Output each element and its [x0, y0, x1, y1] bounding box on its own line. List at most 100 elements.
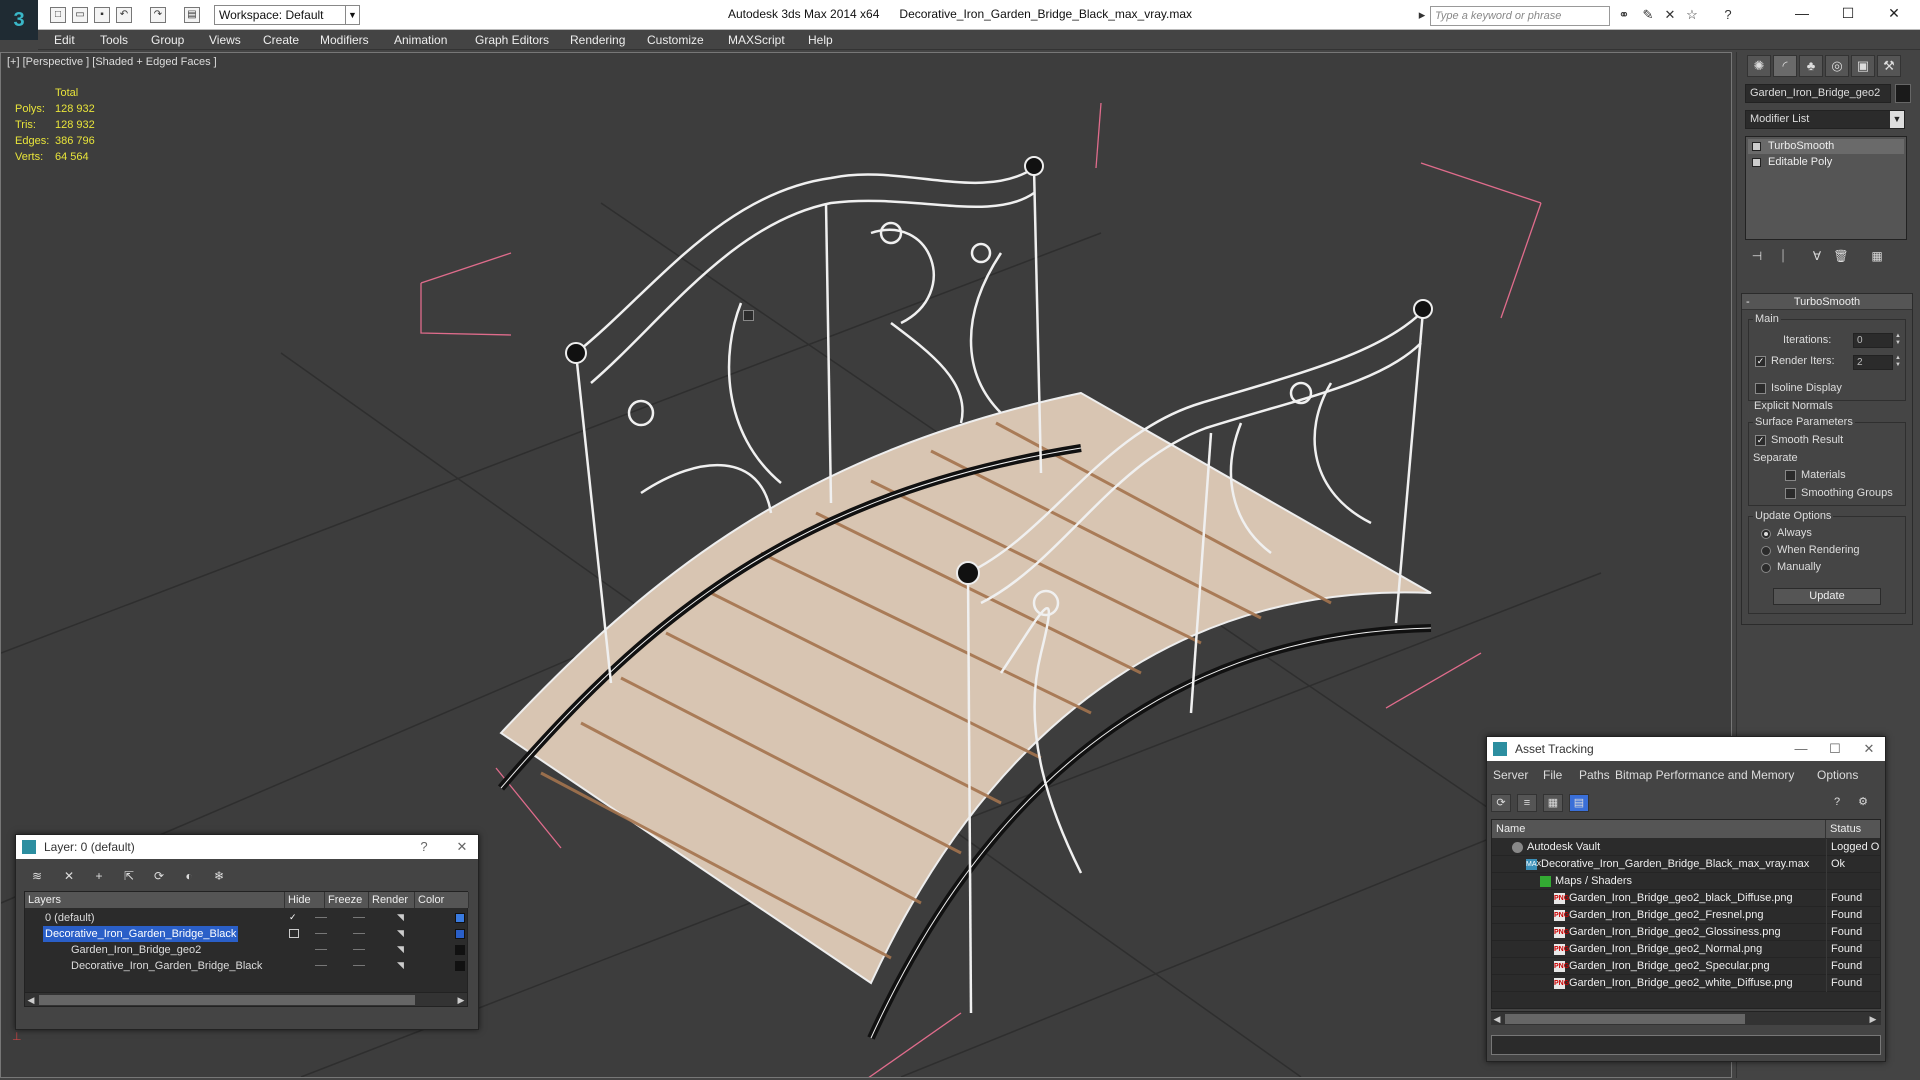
menu-help[interactable]: Help — [808, 33, 833, 47]
favorites-star-icon[interactable]: ☆ — [1684, 7, 1700, 23]
highlight-layer-icon[interactable]: ⟳ — [150, 867, 168, 885]
display-tab-icon[interactable]: ▣ — [1851, 55, 1875, 77]
smooth-result-checkbox[interactable]: ✓ — [1755, 435, 1766, 446]
col-render[interactable]: Render — [369, 892, 415, 908]
hide-all-layers-icon[interactable]: ◐ — [180, 867, 198, 885]
close-button[interactable]: ✕ — [448, 835, 476, 859]
materials-checkbox[interactable] — [1785, 470, 1796, 481]
utilities-tab-icon[interactable]: ⚒ — [1877, 55, 1901, 77]
expand-plus-icon[interactable] — [1752, 158, 1761, 167]
delete-layer-icon[interactable]: ✕ — [60, 867, 78, 885]
horizontal-scrollbar[interactable]: ◀ ▶ — [1491, 1011, 1881, 1025]
menu-paths[interactable]: Paths — [1579, 768, 1610, 782]
asset-row[interactable]: PNG Garden_Iron_Bridge_geo2_Specular.png F… — [1492, 958, 1880, 975]
hierarchy-tab-icon[interactable]: ♣ — [1799, 55, 1823, 77]
asset-row[interactable]: PNG Garden_Iron_Bridge_geo2_black_Diffuse… — [1492, 890, 1880, 907]
menu-server[interactable]: Server — [1493, 768, 1528, 782]
menu-create[interactable]: Create — [263, 33, 299, 47]
select-objects-icon[interactable]: ⇱ — [120, 867, 138, 885]
menu-file[interactable]: File — [1543, 768, 1562, 782]
subscription-icon[interactable]: ✎ — [1640, 7, 1656, 23]
layer-row[interactable]: 0 (default) ✓ ◥ — [25, 910, 467, 926]
iterations-spinner[interactable]: 0 — [1853, 333, 1893, 348]
update-button[interactable]: Update — [1773, 588, 1881, 605]
maximize-button[interactable]: ☐ — [1821, 737, 1849, 761]
menu-animation[interactable]: Animation — [394, 33, 447, 47]
remove-modifier-icon[interactable]: 🗑 — [1831, 247, 1851, 265]
maximize-button[interactable]: ☐ — [1826, 0, 1870, 28]
col-name[interactable]: Name — [1492, 820, 1826, 838]
app-logo-icon[interactable]: 3 — [0, 0, 38, 40]
viewport-label[interactable]: [+] [Perspective ] [Shaded + Edged Faces… — [7, 56, 217, 68]
layer-color-swatch[interactable] — [455, 945, 465, 955]
search-input[interactable]: Type a keyword or phrase — [1430, 6, 1610, 26]
scroll-thumb[interactable] — [1505, 1014, 1745, 1024]
col-layers[interactable]: Layers — [25, 892, 285, 908]
asset-path-field[interactable] — [1491, 1035, 1881, 1055]
modifier-list-select[interactable]: Modifier List ▼ — [1745, 110, 1905, 129]
asset-row[interactable]: PNG Garden_Iron_Bridge_geo2_Fresnel.png Fo… — [1492, 907, 1880, 924]
spinner-arrows-icon[interactable]: ▲ ▼ — [1894, 333, 1902, 348]
col-hide[interactable]: Hide — [285, 892, 325, 908]
render-icon[interactable]: ◥ — [397, 961, 407, 970]
update-when-rendering-radio[interactable] — [1761, 546, 1771, 556]
render-icon[interactable]: ◥ — [397, 929, 407, 938]
render-icon[interactable]: ◥ — [397, 945, 407, 954]
minimize-button[interactable]: — — [1787, 737, 1815, 761]
layer-color-swatch[interactable] — [455, 913, 465, 923]
menu-graph-editors[interactable]: Graph Editors — [475, 33, 549, 47]
expand-search-icon[interactable]: ▸ — [1414, 7, 1430, 23]
scroll-right-icon[interactable]: ▶ — [455, 993, 467, 1007]
menu-rendering[interactable]: Rendering — [570, 33, 625, 47]
help-icon[interactable]: ? — [1720, 7, 1736, 23]
close-button[interactable]: ✕ — [1872, 0, 1916, 28]
scroll-thumb[interactable] — [39, 995, 415, 1005]
stack-item-editable-poly[interactable]: Editable Poly — [1748, 155, 1904, 170]
add-to-layer-icon[interactable]: + — [90, 867, 108, 885]
spinner-arrows-icon[interactable]: ▲ ▼ — [1894, 355, 1902, 370]
redo-icon[interactable]: ↷ — [150, 7, 166, 23]
list-view-icon[interactable]: ≡ — [1517, 794, 1537, 812]
isoline-display-checkbox[interactable] — [1755, 383, 1766, 394]
menu-bitmap-performance[interactable]: Bitmap Performance and Memory — [1615, 768, 1794, 782]
render-icon[interactable]: ◥ — [397, 913, 407, 922]
layer-color-swatch[interactable] — [455, 961, 465, 971]
col-color[interactable]: Color — [415, 892, 469, 908]
lightbulb-icon[interactable] — [1752, 142, 1761, 151]
workspace-select[interactable]: Workspace: Default ▼ — [214, 5, 360, 25]
active-layer-check-icon[interactable]: ✓ — [289, 913, 299, 922]
col-freeze[interactable]: Freeze — [325, 892, 369, 908]
menu-customize[interactable]: Customize — [647, 33, 704, 47]
menu-tools[interactable]: Tools — [100, 33, 128, 47]
update-manually-radio[interactable] — [1761, 563, 1771, 573]
help-icon[interactable]: ? — [1827, 794, 1847, 812]
show-end-result-icon[interactable]: ⏐ — [1773, 247, 1793, 265]
asset-dialog-title[interactable]: Asset Tracking — ☐ ✕ — [1487, 737, 1885, 761]
new-file-icon[interactable]: □ — [50, 7, 66, 23]
render-iters-checkbox[interactable]: ✓ — [1755, 356, 1766, 367]
help-icon[interactable]: ? — [410, 835, 438, 859]
layer-dialog-title[interactable]: Layer: 0 (default) ? ✕ — [16, 835, 478, 859]
layer-color-swatch[interactable] — [455, 929, 465, 939]
modify-tab-icon[interactable]: ◜ — [1773, 55, 1797, 77]
asset-row[interactable]: PNG Garden_Iron_Bridge_geo2_Normal.png Fou… — [1492, 941, 1880, 958]
thumbnail-view-icon[interactable]: ▦ — [1543, 794, 1563, 812]
menu-options[interactable]: Options — [1817, 768, 1858, 782]
create-tab-icon[interactable]: ✺ — [1747, 55, 1771, 77]
menu-group[interactable]: Group — [151, 33, 184, 47]
update-always-radio[interactable] — [1761, 529, 1771, 539]
make-unique-icon[interactable]: ∀ — [1807, 247, 1827, 265]
asset-row[interactable]: Autodesk Vault Logged O — [1492, 839, 1880, 856]
refresh-icon[interactable]: ⟳ — [1491, 794, 1511, 812]
horizontal-scrollbar[interactable]: ◀ ▶ — [25, 992, 467, 1006]
object-name-input[interactable]: Garden_Iron_Bridge_geo2 — [1745, 84, 1891, 103]
layer-row[interactable]: Decorative_Iron_Garden_Bridge_Black ◥ — [25, 926, 467, 942]
configure-sets-icon[interactable]: ▦ — [1867, 247, 1887, 265]
stack-item-turbosmooth[interactable]: TurboSmooth — [1748, 139, 1904, 154]
asset-row[interactable]: PNG Garden_Iron_Bridge_geo2_white_Diffuse… — [1492, 975, 1880, 992]
rollout-header[interactable]: - TurboSmooth — [1742, 294, 1912, 310]
scroll-left-icon[interactable]: ◀ — [1491, 1012, 1503, 1026]
undo-icon[interactable]: ↶ — [116, 7, 132, 23]
object-color-swatch[interactable] — [1895, 84, 1911, 103]
col-status[interactable]: Status — [1826, 820, 1880, 838]
